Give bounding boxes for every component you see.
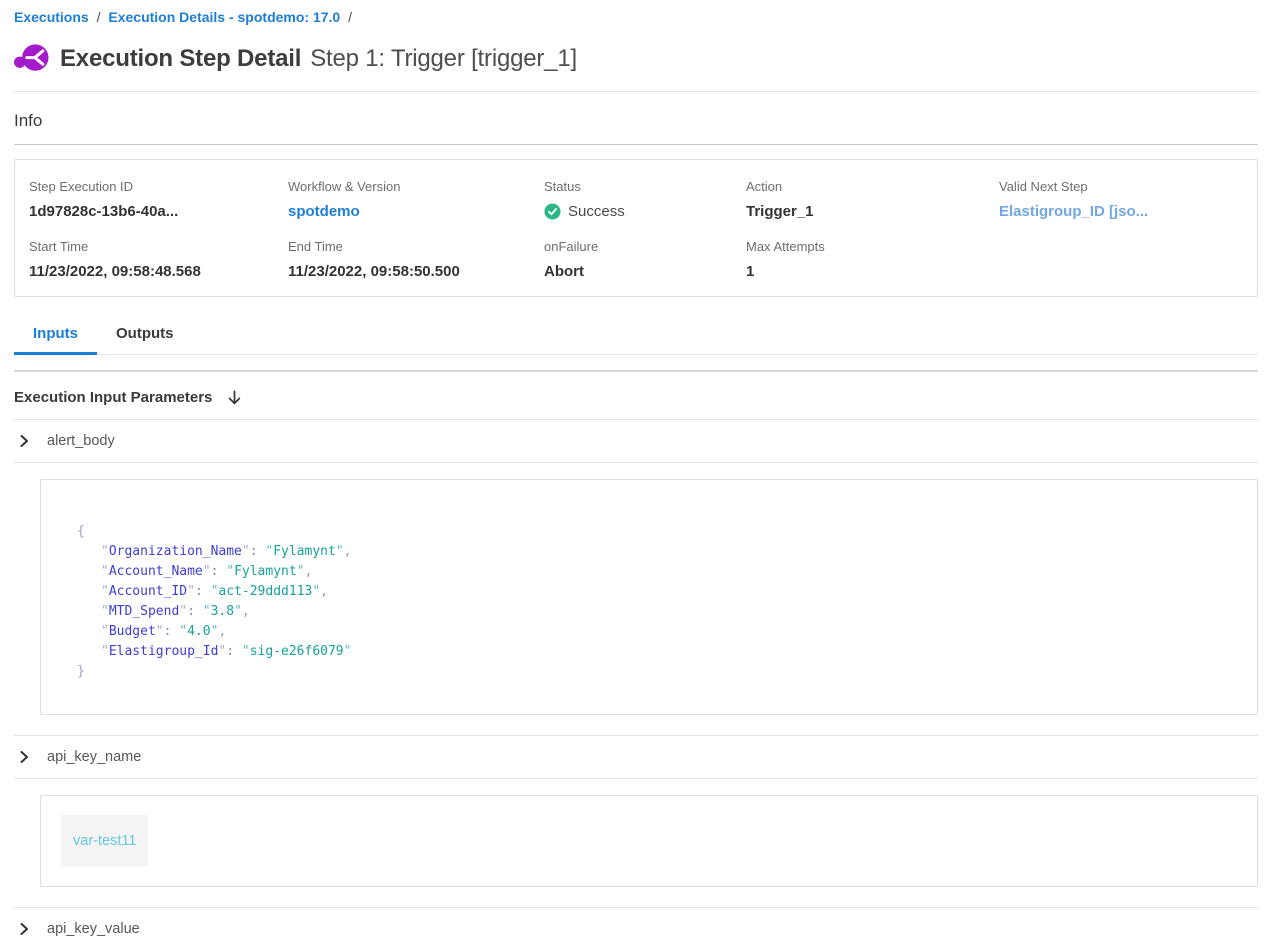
field-label: Action [746, 179, 999, 194]
field-action: Action Trigger_1 [746, 179, 999, 220]
api-key-name-content-box: var-test11 [40, 795, 1258, 887]
field-label: Status [544, 179, 746, 194]
field-end-time: End Time 11/23/2022, 09:58:50.500 [288, 239, 544, 280]
execution-input-parameters-header: Execution Input Parameters [14, 389, 1258, 406]
arrow-down-icon[interactable] [227, 390, 242, 406]
breadcrumb-execution-details[interactable]: Execution Details - spotdemo: 17.0 [108, 9, 340, 25]
breadcrumb-executions[interactable]: Executions [14, 9, 89, 25]
field-workflow-version: Workflow & Version spotdemo [288, 179, 544, 220]
section-alert-body[interactable]: alert_body [14, 420, 1258, 462]
workflow-link[interactable]: spotdemo [288, 203, 544, 220]
info-card: Step Execution ID 1d97828c-13b6-40a... W… [14, 159, 1258, 297]
field-start-time: Start Time 11/23/2022, 09:58:48.568 [29, 239, 288, 280]
field-value: 11/23/2022, 09:58:48.568 [29, 263, 288, 280]
chevron-right-icon [18, 923, 30, 935]
breadcrumb-separator: / [93, 9, 105, 25]
field-valid-next-step: Valid Next Step Elastigroup_ID [jso... [999, 179, 1243, 220]
field-value: 11/23/2022, 09:58:50.500 [288, 263, 544, 280]
section-label: api_key_name [47, 749, 141, 765]
section-api-key-value[interactable]: api_key_value [14, 908, 1258, 950]
chevron-right-icon [18, 751, 30, 763]
field-value: 1d97828c-13b6-40a... [29, 203, 288, 220]
tab-inputs[interactable]: Inputs [14, 319, 97, 355]
page-header: Execution Step Detail Step 1: Trigger [t… [14, 42, 1258, 76]
json-code: {"Organization_Name": "Fylamynt","Accoun… [77, 522, 1237, 682]
info-divider [14, 144, 1258, 145]
breadcrumb-separator: / [344, 9, 356, 25]
page-subtitle: Step 1: Trigger [trigger_1] [310, 45, 577, 73]
status-badge: Success [544, 203, 746, 220]
field-value: 1 [746, 263, 999, 280]
field-max-attempts: Max Attempts 1 [746, 239, 999, 280]
valid-next-step-link[interactable]: Elastigroup_ID [jso... [999, 203, 1243, 220]
section-divider [14, 462, 1258, 463]
page-title: Execution Step Detail [60, 45, 301, 73]
tabs-gap [193, 319, 1259, 354]
field-label: Valid Next Step [999, 179, 1243, 194]
inputs-outputs-tabs: Inputs Outputs [14, 319, 1258, 355]
tabs-divider [14, 370, 1258, 372]
field-label: Max Attempts [746, 239, 999, 254]
section-label: alert_body [47, 433, 115, 449]
breadcrumb: Executions / Execution Details - spotdem… [14, 9, 1258, 25]
field-onfailure: onFailure Abort [544, 239, 746, 280]
header-divider [14, 91, 1258, 92]
field-label: Workflow & Version [288, 179, 544, 194]
field-label: End Time [288, 239, 544, 254]
fylamynt-logo-icon [14, 42, 50, 76]
info-heading: Info [14, 111, 1258, 131]
section-label: api_key_value [47, 921, 140, 937]
execution-step-detail-page: Executions / Execution Details - spotdem… [0, 0, 1272, 950]
field-value: Abort [544, 263, 746, 280]
section-divider [14, 778, 1258, 779]
success-check-icon [544, 203, 561, 220]
field-label: Start Time [29, 239, 288, 254]
field-step-execution-id: Step Execution ID 1d97828c-13b6-40a... [29, 179, 288, 220]
field-status: Status Success [544, 179, 746, 220]
field-label: onFailure [544, 239, 746, 254]
field-empty [999, 239, 1243, 280]
field-value: Trigger_1 [746, 203, 999, 220]
execution-input-parameters-title: Execution Input Parameters [14, 389, 212, 406]
chevron-right-icon [18, 435, 30, 447]
status-text: Success [568, 203, 625, 220]
alert-body-content-box: {"Organization_Name": "Fylamynt","Accoun… [40, 479, 1258, 715]
tab-outputs[interactable]: Outputs [97, 319, 193, 355]
section-api-key-name[interactable]: api_key_name [14, 736, 1258, 778]
api-key-name-value: var-test11 [61, 815, 148, 867]
field-label: Step Execution ID [29, 179, 288, 194]
